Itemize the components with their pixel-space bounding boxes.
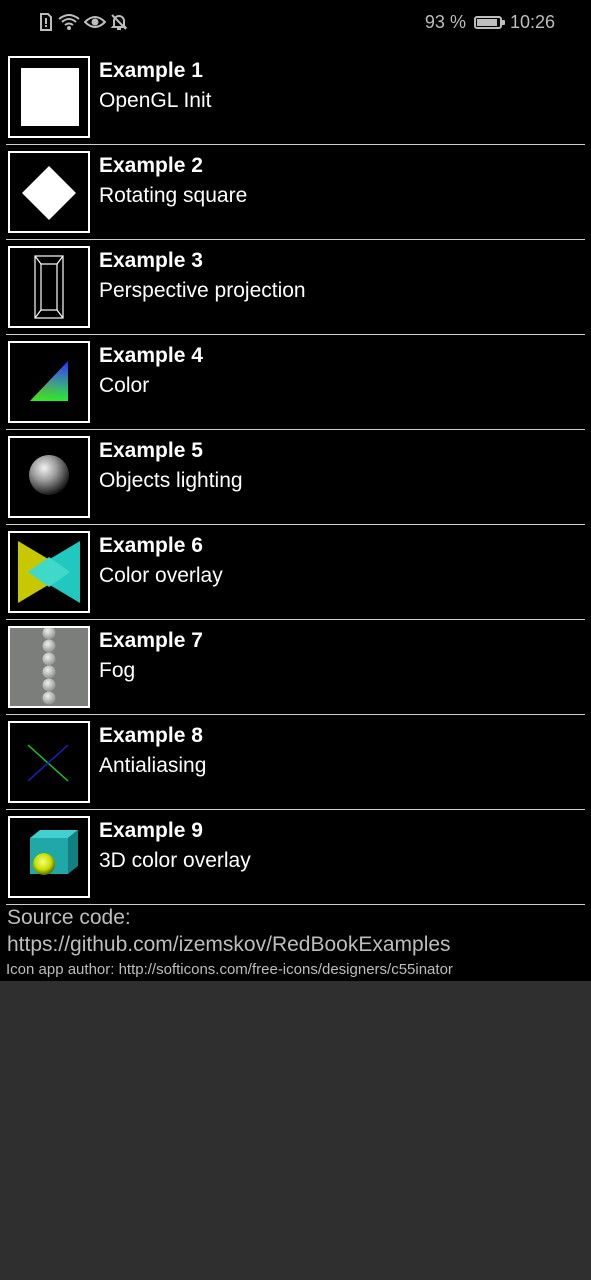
item-subtitle: Color overlay [99,564,223,587]
lit-sphere-icon [8,436,90,518]
icon-author-link[interactable]: Icon app author: http://softicons.com/fr… [6,961,453,978]
list-item-example-9[interactable]: Example 9 3D color overlay [6,812,585,905]
item-title: Example 5 [99,439,203,462]
rotated-square-icon [8,151,90,233]
item-title: Example 4 [99,344,203,367]
item-subtitle: Fog [99,659,136,682]
source-code-link[interactable]: Source code: https://github.com/izemskov… [7,904,567,958]
list-item-example-7[interactable]: Example 7 Fog [6,622,585,715]
item-subtitle: Rotating square [99,184,248,207]
app-screen: 93 % 10:26 Example 1 OpenGL Init Example… [0,0,591,981]
item-subtitle: Objects lighting [99,469,243,492]
item-title: Example 6 [99,534,203,557]
item-subtitle: 3D color overlay [99,849,251,872]
status-icons-left [38,13,128,31]
item-title: Example 3 [99,249,203,272]
list-item-example-1[interactable]: Example 1 OpenGL Init [6,52,585,145]
item-title: Example 1 [99,59,203,82]
status-bar: 93 % 10:26 [0,0,591,48]
list-item-example-2[interactable]: Example 2 Rotating square [6,147,585,240]
list-item-example-3[interactable]: Example 3 Perspective projection [6,242,585,335]
item-title: Example 2 [99,154,203,177]
cube-sphere-icon [8,816,90,898]
alert-icon [40,13,52,31]
list-item-example-5[interactable]: Example 5 Objects lighting [6,432,585,525]
item-subtitle: Perspective projection [99,279,306,302]
item-title: Example 7 [99,629,203,652]
bell-off-icon [110,14,128,30]
item-subtitle: Color [99,374,150,397]
examples-list: Example 1 OpenGL Init Example 2 Rotating… [6,52,585,907]
item-title: Example 9 [99,819,203,842]
fog-spheres-icon [8,626,90,708]
color-triangle-icon [8,341,90,423]
clock: 10:26 [509,12,555,32]
list-item-example-8[interactable]: Example 8 Antialiasing [6,717,585,810]
item-subtitle: Antialiasing [99,754,207,777]
battery-percent: 93 % [424,12,466,32]
antialias-lines-icon [8,721,90,803]
white-square-icon [8,56,90,138]
eye-icon [84,16,106,28]
overlay-triangles-icon [8,531,90,613]
battery-icon [473,16,505,29]
list-item-example-4[interactable]: Example 4 Color [6,337,585,430]
status-icons-right: 93 % 10:26 [425,12,555,33]
list-item-example-6[interactable]: Example 6 Color overlay [6,527,585,620]
wifi-icon [58,14,80,30]
item-title: Example 8 [99,724,203,747]
wireframe-box-icon [8,246,90,328]
item-subtitle: OpenGL Init [99,89,212,112]
